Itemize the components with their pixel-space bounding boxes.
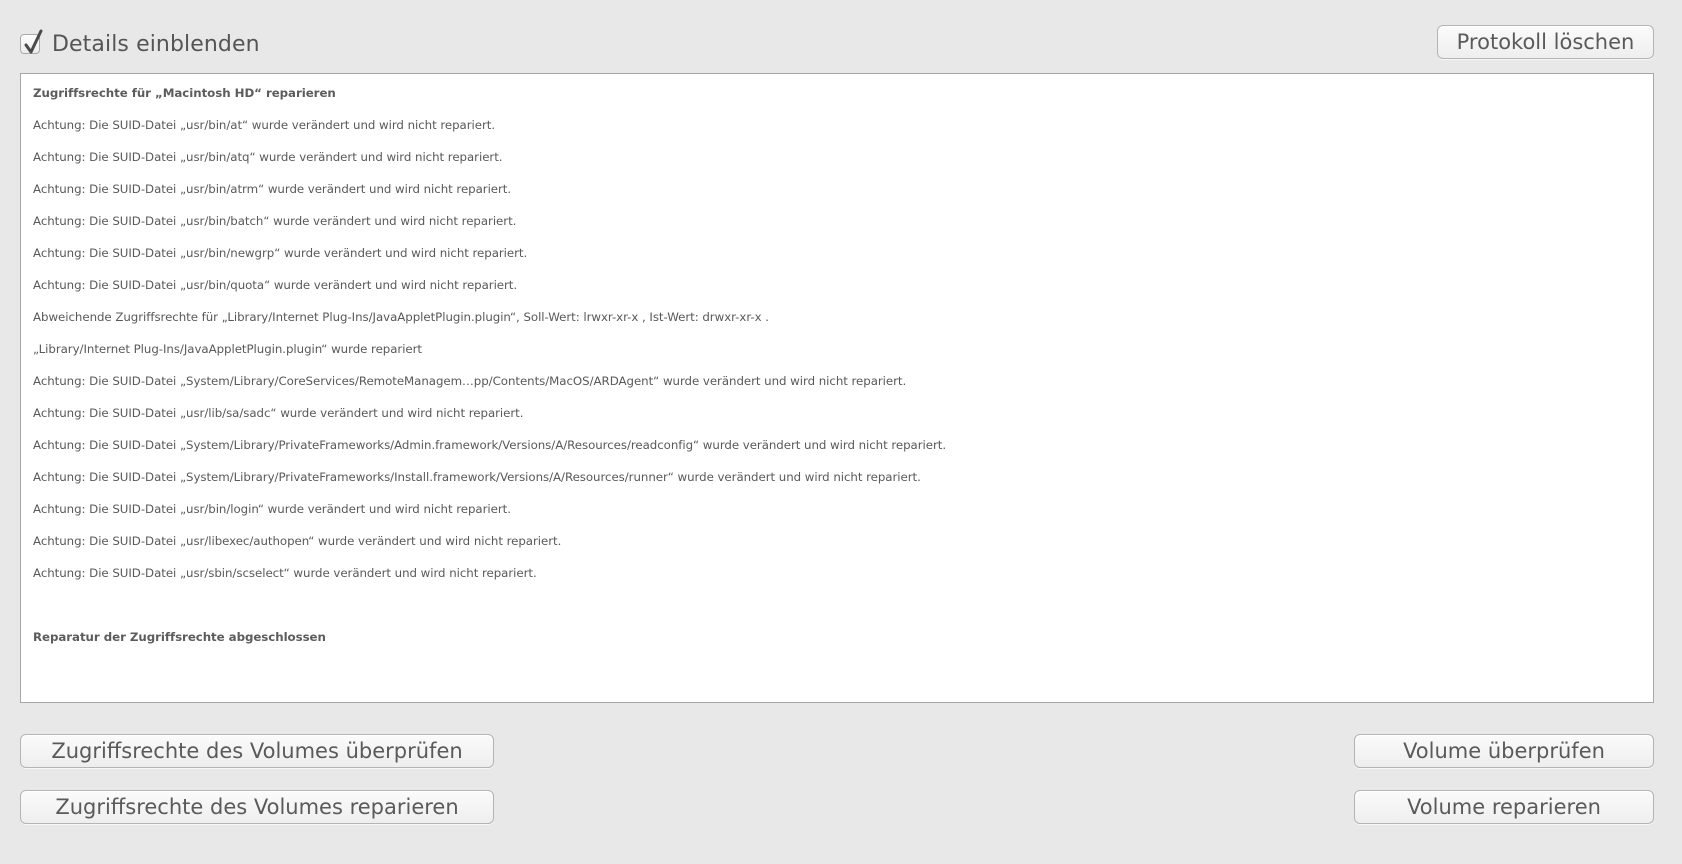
log-line: Achtung: Die SUID-Datei „System/Library/… [33,438,947,452]
log-line: Achtung: Die SUID-Datei „usr/bin/atq“ wu… [33,150,503,164]
log-line: Achtung: Die SUID-Datei „usr/bin/login“ … [33,502,511,516]
log-line: Achtung: Die SUID-Datei „usr/libexec/aut… [33,534,562,548]
first-aid-panel: Details einblenden Protokoll löschen Zug… [0,0,1682,864]
show-details-checkbox[interactable]: Details einblenden [20,29,260,58]
log-line: Achtung: Die SUID-Datei „usr/bin/batch“ … [33,214,517,228]
checkbox-box[interactable] [20,29,43,54]
log-heading: Zugriffsrechte für „Macintosh HD“ repari… [33,86,336,100]
log-line: Achtung: Die SUID-Datei „usr/sbin/scsele… [33,566,537,580]
log-line: Achtung: Die SUID-Datei „usr/bin/quota“ … [33,278,518,292]
log-lines: Zugriffsrechte für „Macintosh HD“ repari… [33,77,1653,653]
log-line [33,589,1653,621]
log-line: Achtung: Die SUID-Datei „usr/bin/newgrp“… [33,246,528,260]
log-output[interactable]: Zugriffsrechte für „Macintosh HD“ repari… [20,73,1654,703]
verify-volume-button[interactable]: Volume überprüfen [1354,734,1654,768]
log-heading: Reparatur der Zugriffsrechte abgeschloss… [33,630,326,644]
log-line: Achtung: Die SUID-Datei „System/Library/… [33,470,921,484]
repair-volume-button[interactable]: Volume reparieren [1354,790,1654,824]
log-line: Abweichende Zugriffsrechte für „Library/… [33,310,769,324]
checkmark-icon [24,29,43,54]
log-line: Achtung: Die SUID-Datei „System/Library/… [33,374,907,388]
show-details-label: Details einblenden [52,31,260,57]
log-line: Achtung: Die SUID-Datei „usr/bin/at“ wur… [33,118,496,132]
verify-permissions-button[interactable]: Zugriffsrechte des Volumes überprüfen [20,734,494,768]
clear-log-button[interactable]: Protokoll löschen [1437,25,1654,59]
repair-permissions-button[interactable]: Zugriffsrechte des Volumes reparieren [20,790,494,824]
log-line: Achtung: Die SUID-Datei „usr/bin/atrm“ w… [33,182,512,196]
log-line: Achtung: Die SUID-Datei „usr/lib/sa/sadc… [33,406,524,420]
log-line: „Library/Internet Plug-Ins/JavaAppletPlu… [33,342,423,356]
